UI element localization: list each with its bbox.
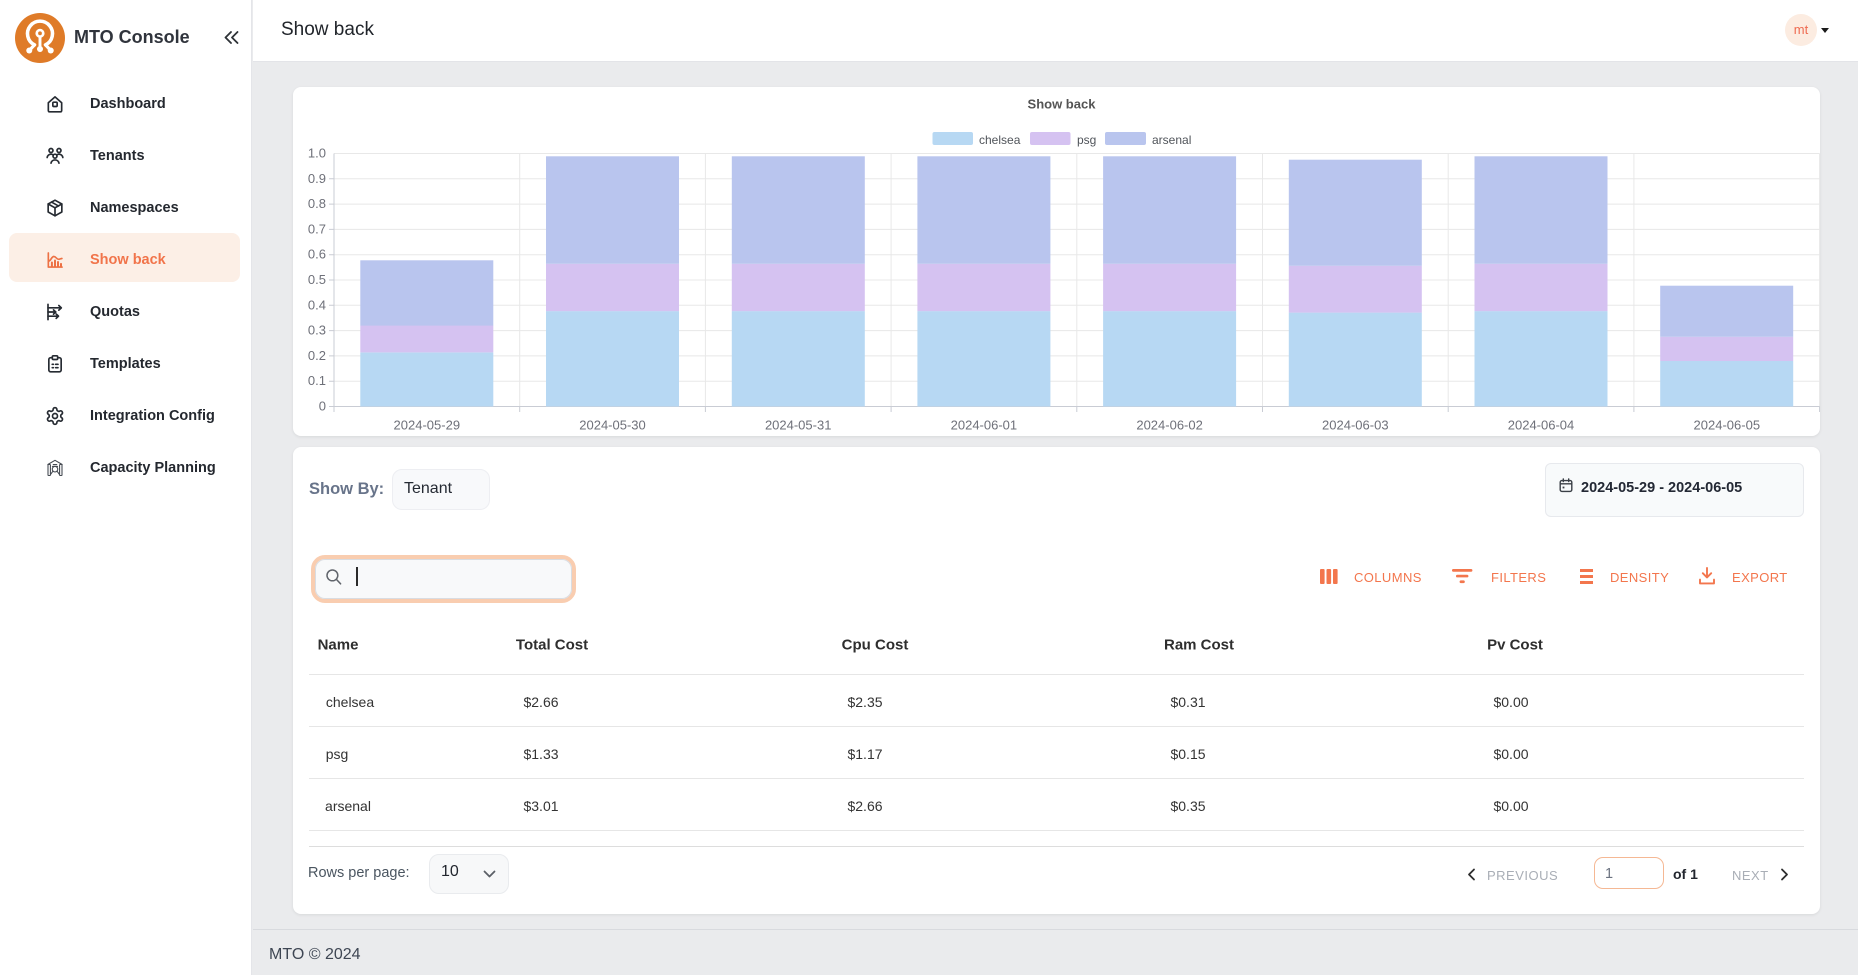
svg-text:2024-06-04: 2024-06-04 — [1508, 418, 1575, 433]
svg-text:2024-06-03: 2024-06-03 — [1322, 418, 1389, 433]
svg-text:2024-06-02: 2024-06-02 — [1136, 418, 1203, 433]
svg-text:arsenal: arsenal — [1152, 133, 1191, 147]
svg-text:2024-06-01: 2024-06-01 — [951, 418, 1018, 433]
svg-text:0.2: 0.2 — [308, 348, 326, 363]
svg-text:2024-05-31: 2024-05-31 — [765, 418, 832, 433]
svg-text:0.1: 0.1 — [308, 373, 326, 388]
svg-text:2024-06-05: 2024-06-05 — [1694, 418, 1761, 433]
svg-text:0.7: 0.7 — [308, 221, 326, 236]
svg-text:0.9: 0.9 — [308, 171, 326, 186]
svg-text:psg: psg — [1077, 133, 1096, 147]
svg-text:0.3: 0.3 — [308, 323, 326, 338]
svg-text:0.6: 0.6 — [308, 247, 326, 262]
svg-text:0.8: 0.8 — [308, 196, 326, 211]
svg-text:0: 0 — [319, 399, 326, 414]
svg-text:0.5: 0.5 — [308, 272, 326, 287]
svg-text:0.4: 0.4 — [308, 297, 326, 312]
svg-text:Show back: Show back — [1028, 97, 1097, 112]
svg-text:1.0: 1.0 — [308, 146, 326, 161]
svg-text:2024-05-30: 2024-05-30 — [579, 418, 646, 433]
svg-text:2024-05-29: 2024-05-29 — [394, 418, 461, 433]
svg-text:chelsea: chelsea — [979, 133, 1021, 147]
